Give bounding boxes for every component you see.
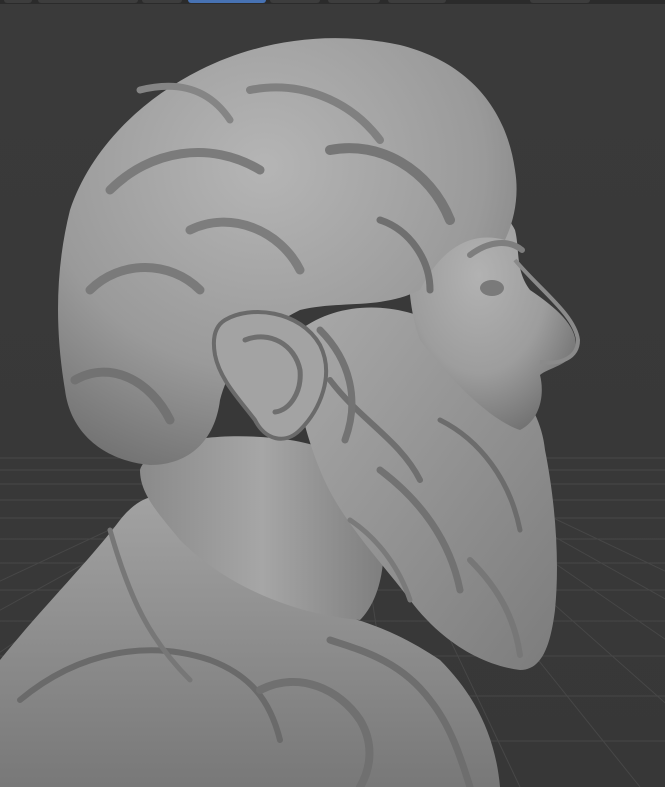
3d-viewport[interactable] <box>0 0 665 787</box>
viewport-scene[interactable] <box>0 0 665 787</box>
eye <box>480 280 504 296</box>
